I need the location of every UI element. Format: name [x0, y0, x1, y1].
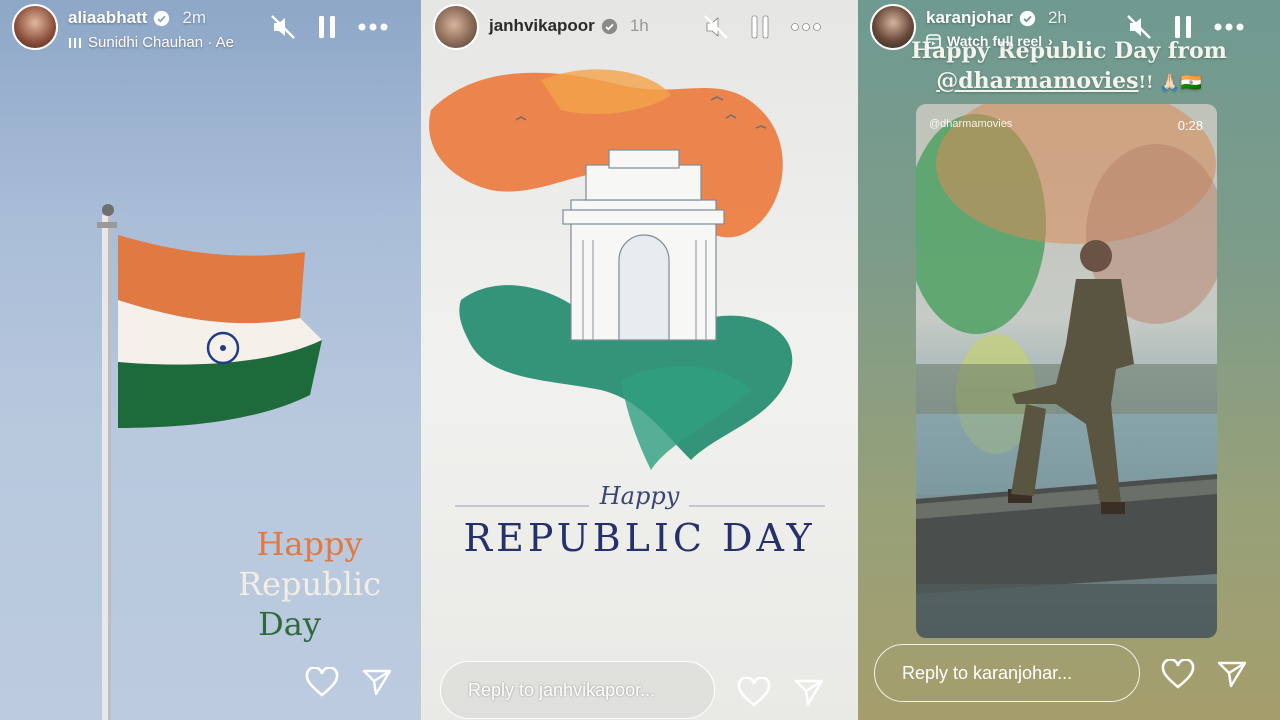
reply-placeholder: Reply to karanjohar...	[902, 662, 1073, 683]
heart-icon[interactable]	[1161, 659, 1195, 689]
reel-thumbnail	[916, 104, 1217, 638]
reply-placeholder: Reply to janhvikapoor...	[468, 679, 656, 700]
verified-badge-icon	[154, 10, 170, 26]
story-controls	[703, 14, 821, 40]
post-time: 1h	[629, 16, 649, 35]
greeting-republic-day: REPUBLIC DAY	[463, 516, 816, 560]
avatar[interactable]	[12, 4, 58, 50]
music-title: Sunidhi Chauhan · Ae	[88, 34, 234, 51]
post-time: 2m	[182, 8, 206, 27]
verified-badge-icon	[1019, 10, 1036, 26]
greeting-day: Day	[258, 605, 321, 643]
reel-handle: @dharmamovies	[929, 118, 1013, 130]
avatar[interactable]	[433, 4, 479, 50]
reply-input[interactable]: Reply to janhvikapoor...	[440, 661, 715, 719]
greeting-happy: Happy	[256, 525, 363, 563]
username[interactable]: karanjohar	[926, 8, 1013, 28]
greeting-text: Happy Republic Day	[238, 525, 381, 643]
reply-input[interactable]: Reply to karanjohar...	[874, 644, 1140, 702]
heart-icon[interactable]	[737, 677, 771, 707]
heart-icon[interactable]	[305, 667, 339, 697]
music-row[interactable]: Sunidhi Chauhan · Ae	[68, 34, 234, 51]
music-bars-icon	[69, 37, 81, 48]
muted-speaker-icon[interactable]	[270, 14, 296, 40]
pause-icon[interactable]	[318, 15, 336, 39]
story-karanjohar[interactable]: Happy Republic Day from @dharmamovies!! …	[858, 0, 1280, 720]
story-controls	[270, 14, 388, 40]
muted-speaker-icon[interactable]	[703, 14, 729, 40]
username[interactable]: aliaabhatt	[68, 8, 147, 28]
verified-badge-icon	[601, 18, 617, 34]
send-icon[interactable]	[794, 678, 824, 706]
story-controls	[1126, 14, 1244, 40]
story-janhvikapoor[interactable]: Happy REPUBLIC DAY janhvikapoor 1h Reply…	[421, 0, 858, 720]
caption-mention[interactable]: @dharmamovies	[936, 68, 1138, 94]
watch-full-reel-label: Watch full reel	[947, 33, 1043, 49]
story-image-india-gate	[429, 69, 825, 507]
caption-suffix: !! 🙏🏻🇮🇳	[1138, 73, 1202, 93]
muted-speaker-icon[interactable]	[1126, 14, 1152, 40]
story-aliaabhatt[interactable]: Happy Republic Day aliaabhatt 2m Sunidhi…	[0, 0, 421, 720]
pause-icon[interactable]	[1174, 15, 1192, 39]
send-icon[interactable]	[362, 668, 392, 696]
chevron-right-icon: ›	[1048, 33, 1053, 49]
avatar[interactable]	[870, 4, 916, 50]
more-icon[interactable]	[1214, 23, 1244, 31]
pause-icon[interactable]	[751, 15, 769, 39]
username[interactable]: janhvikapoor	[489, 16, 595, 36]
reel-icon	[926, 33, 941, 49]
watch-full-reel[interactable]: Watch full reel ›	[926, 33, 1067, 49]
more-icon[interactable]	[791, 23, 821, 31]
more-icon[interactable]	[358, 23, 388, 31]
greeting-republic: Republic	[238, 565, 381, 603]
reel-duration: 0:28	[1177, 118, 1203, 133]
send-icon[interactable]	[1217, 660, 1247, 688]
post-time: 2h	[1047, 8, 1067, 27]
reel-card[interactable]: @dharmamovies 0:28	[916, 104, 1217, 638]
greeting-happy-script: Happy	[599, 482, 680, 510]
